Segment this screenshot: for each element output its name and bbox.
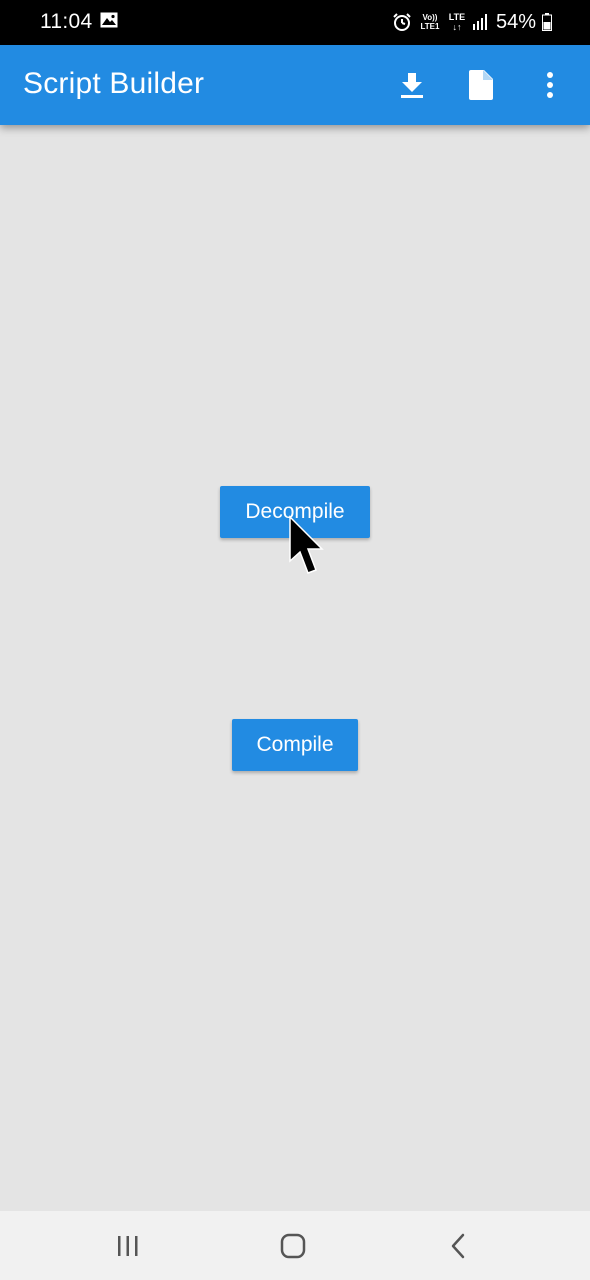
more-vert-icon [547,72,553,98]
decompile-button[interactable]: Decompile [220,486,370,538]
app-bar: Script Builder [0,45,590,125]
gallery-notification-icon [100,12,118,28]
back-icon [451,1233,465,1259]
compile-button[interactable]: Compile [232,719,358,771]
back-button[interactable] [438,1229,478,1263]
lte-icon: LTE ↓↑ [448,12,466,32]
download-icon [401,73,423,98]
status-icons: Vo)) LTE1 LTE ↓↑ 54% [392,9,552,35]
lte-line1: LTE [448,12,466,22]
download-button[interactable] [392,65,432,105]
volte-icon: Vo)) LTE1 [418,13,442,31]
page-title: Script Builder [23,67,205,100]
battery-icon [542,13,552,31]
lte-line2: ↓↑ [452,22,462,32]
recents-button[interactable] [108,1229,148,1263]
file-button[interactable] [461,65,501,105]
status-bar: 11:04 Vo)) LTE1 LTE ↓↑ 54% [0,0,590,45]
battery-percent: 54% [495,10,536,33]
recents-icon [118,1236,138,1256]
volte-line1: Vo)) [422,13,438,22]
navigation-bar [0,1211,590,1280]
alarm-icon [393,13,411,31]
volte-line2: LTE1 [420,22,440,31]
home-icon [280,1233,306,1259]
file-icon [469,70,493,100]
more-options-button[interactable] [530,65,570,105]
main-content: Decompile Compile [0,125,590,1211]
home-button[interactable] [273,1229,313,1263]
signal-icon [472,14,487,30]
status-time: 11:04 [40,10,93,33]
